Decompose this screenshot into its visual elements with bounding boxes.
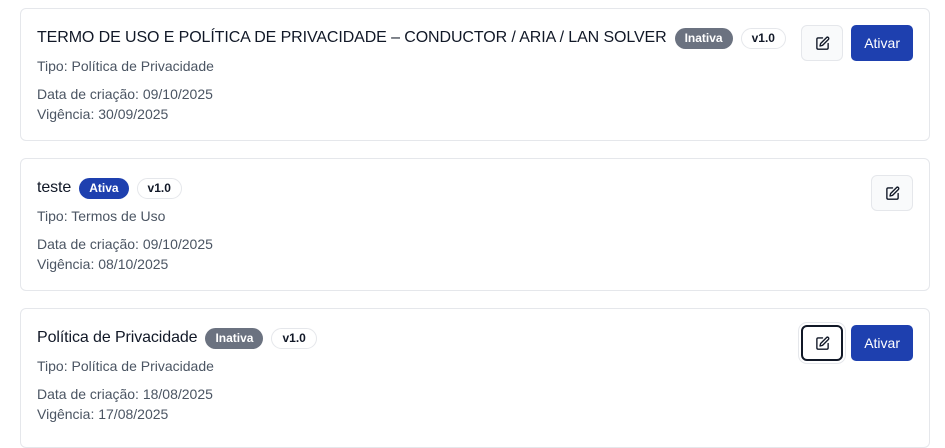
document-title: Política de Privacidade xyxy=(37,329,198,346)
status-badge: Inativa xyxy=(674,27,733,49)
validity-date: Vigência: 08/10/2025 xyxy=(37,256,169,272)
activate-button[interactable]: Ativar xyxy=(851,25,913,61)
version-badge: v1.0 xyxy=(136,177,182,199)
card-actions: Ativar xyxy=(801,325,913,361)
document-type: Tipo: Política de Privacidade xyxy=(37,58,214,74)
document-info: TERMO DE USO E POLÍTICA DE PRIVACIDADE –… xyxy=(37,26,786,124)
edit-icon xyxy=(885,186,899,200)
edit-button[interactable] xyxy=(801,25,844,61)
creation-date: Data de criação: 18/08/2025 xyxy=(37,386,213,402)
edit-button[interactable] xyxy=(801,325,844,361)
version-badge: v1.0 xyxy=(271,327,317,349)
card-actions: Ativar xyxy=(801,25,913,61)
validity-date: Vigência: 30/09/2025 xyxy=(37,106,169,122)
document-title: teste xyxy=(37,179,72,196)
edit-button[interactable] xyxy=(871,175,913,211)
document-card: teste Ativa v1.0 Tipo: Termos de Uso Dat… xyxy=(20,158,930,291)
document-info: teste Ativa v1.0 Tipo: Termos de Uso Dat… xyxy=(37,176,709,274)
document-title: TERMO DE USO E POLÍTICA DE PRIVACIDADE –… xyxy=(37,29,667,46)
status-badge: Inativa xyxy=(205,327,264,349)
version-badge: v1.0 xyxy=(740,27,786,49)
creation-date: Data de criação: 09/10/2025 xyxy=(37,86,213,102)
document-card: TERMO DE USO E POLÍTICA DE PRIVACIDADE –… xyxy=(20,8,930,141)
activate-button[interactable]: Ativar xyxy=(851,325,913,361)
title-row: teste Ativa v1.0 xyxy=(37,176,709,200)
title-row: TERMO DE USO E POLÍTICA DE PRIVACIDADE –… xyxy=(37,26,786,50)
validity-date: Vigência: 17/08/2025 xyxy=(37,406,169,422)
edit-icon xyxy=(815,36,830,50)
document-info: Política de Privacidade Inativa v1.0 Tip… xyxy=(37,326,709,424)
creation-date: Data de criação: 09/10/2025 xyxy=(37,236,213,252)
status-badge: Ativa xyxy=(79,177,129,199)
edit-icon xyxy=(815,336,830,350)
document-card: Política de Privacidade Inativa v1.0 Tip… xyxy=(20,308,930,448)
card-actions xyxy=(871,175,913,211)
document-type: Tipo: Política de Privacidade xyxy=(37,358,214,374)
title-row: Política de Privacidade Inativa v1.0 xyxy=(37,326,709,350)
document-type: Tipo: Termos de Uso xyxy=(37,208,166,224)
